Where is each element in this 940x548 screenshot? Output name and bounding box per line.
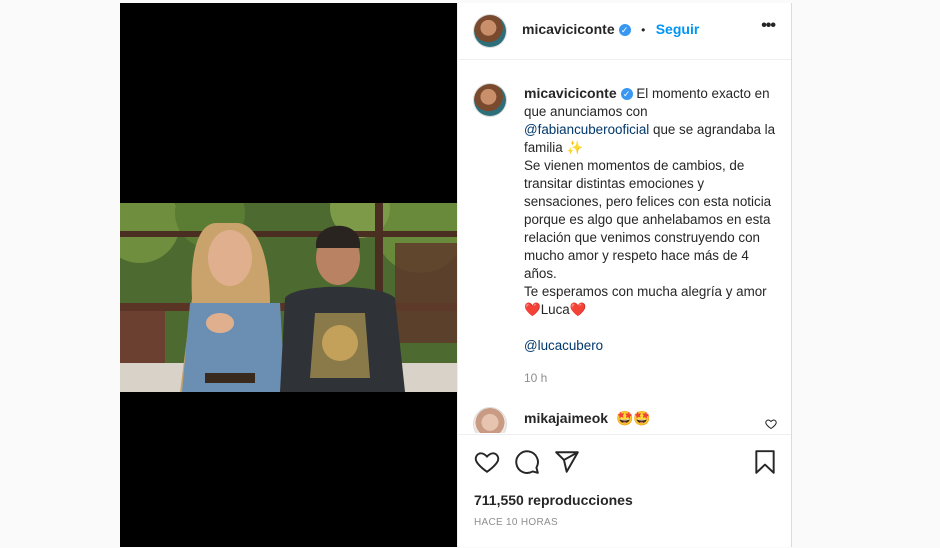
comment-text: 🤩🤩	[615, 410, 651, 426]
comment-username[interactable]: mikajaimeok	[524, 410, 608, 426]
bookmark-icon[interactable]	[752, 449, 778, 475]
avatar[interactable]	[474, 15, 506, 47]
verified-badge-icon: ✓	[618, 24, 631, 36]
mention-link[interactable]: @fabiancuberooficial	[524, 122, 649, 137]
header-user: micaviciconte ✓ • Seguir	[522, 21, 699, 39]
caption-time: 10 h	[524, 371, 548, 385]
post-actions: 711,550 reproducciones HACE 10 HORAS	[458, 434, 791, 548]
avatar[interactable]	[474, 408, 506, 433]
video-still	[120, 203, 457, 392]
post-date[interactable]: HACE 10 HORAS	[474, 517, 558, 528]
avatar[interactable]	[474, 84, 506, 116]
caption-closing: Te esperamos con mucha alegría y amor	[524, 284, 767, 299]
verified-badge-icon: ✓	[620, 88, 633, 100]
separator: •	[641, 23, 646, 37]
caption: micaviciconte ✓ El momento exacto en que …	[524, 84, 776, 387]
heart-emoji: ❤️	[524, 302, 541, 317]
video-frame[interactable]	[120, 203, 457, 392]
post-panel: micaviciconte ✓ • Seguir ••• micavicicont…	[457, 3, 792, 547]
caption-username[interactable]: micaviciconte	[524, 85, 617, 101]
share-icon[interactable]	[554, 449, 580, 475]
sparkle-emoji: ✨	[566, 140, 584, 155]
caption-name: Luca	[540, 302, 570, 317]
post-header: micaviciconte ✓ • Seguir •••	[458, 3, 791, 60]
heart-icon[interactable]	[765, 417, 777, 433]
views-count[interactable]: 711,550 reproducciones	[474, 492, 633, 508]
more-options-icon[interactable]: •••	[761, 17, 776, 35]
mention-link[interactable]: @lucacubero	[524, 338, 603, 353]
heart-icon[interactable]	[474, 449, 500, 475]
comment-icon[interactable]	[514, 449, 540, 475]
comments-section[interactable]: micaviciconte ✓ El momento exacto en que …	[458, 60, 791, 433]
heart-emoji: ❤️	[569, 302, 587, 317]
caption-body: Se vienen momentos de cambios, de transi…	[524, 158, 772, 281]
comment-item: mikajaimeok 🤩🤩	[524, 410, 651, 427]
follow-button[interactable]: Seguir	[656, 21, 700, 37]
post-media[interactable]	[120, 3, 457, 547]
username-link[interactable]: micaviciconte	[522, 21, 615, 37]
